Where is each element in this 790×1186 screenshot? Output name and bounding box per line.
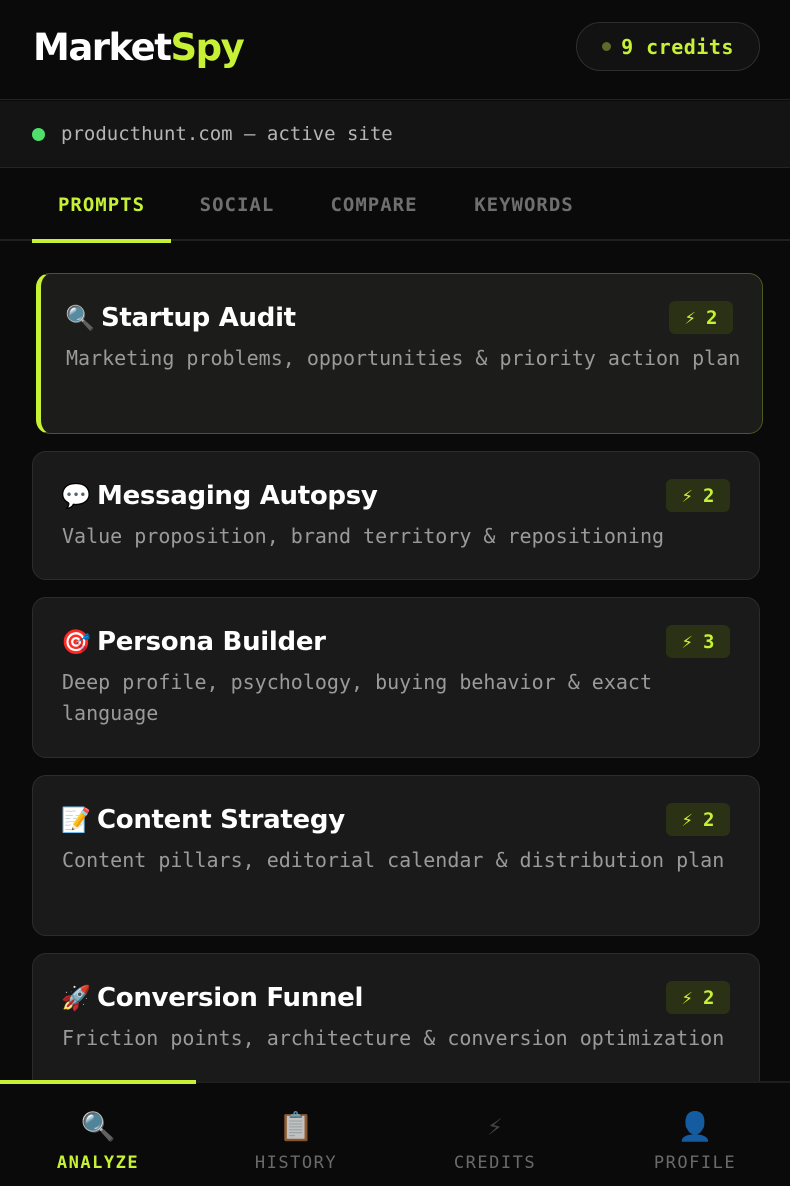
prompt-description: Friction points, architecture & conversi…	[62, 1026, 725, 1050]
active-site-label: producthunt.com — active site	[61, 123, 393, 145]
lightning-icon: ⚡	[681, 986, 693, 1009]
credits-button[interactable]: 9 credits	[576, 22, 760, 71]
prompt-description: Deep profile, psychology, buying behavio…	[62, 670, 653, 725]
magnifier-icon: 🔍	[65, 304, 95, 332]
lightning-icon: ⚡	[487, 1112, 503, 1142]
nav-label: HISTORY	[254, 1153, 338, 1173]
credits-label: 9 credits	[621, 34, 734, 59]
bottom-nav: 🔍 ANALYZE 📋 HISTORY ⚡ CREDITS 👤 PROFILE	[0, 1080, 790, 1186]
cost-value: 3	[703, 630, 715, 653]
cost-badge: ⚡ 2	[669, 301, 733, 334]
cost-badge: ⚡ 2	[666, 479, 730, 512]
lightning-icon: ⚡	[681, 808, 693, 831]
credits-dot-icon	[602, 42, 612, 51]
logo-market: Market	[33, 26, 172, 69]
cost-badge: ⚡ 2	[666, 981, 730, 1014]
active-site-bar: producthunt.com — active site	[0, 101, 790, 168]
nav-analyze[interactable]: 🔍 ANALYZE	[0, 1083, 196, 1186]
prompt-card-persona-builder[interactable]: 🎯 Persona Builder Deep profile, psycholo…	[32, 597, 760, 758]
lightning-icon: ⚡	[681, 630, 693, 653]
prompt-description: Value proposition, brand territory & rep…	[62, 524, 665, 548]
lightning-icon: ⚡	[681, 484, 693, 507]
cost-badge: ⚡ 3	[666, 625, 730, 658]
prompt-title-text: Conversion Funnel	[97, 983, 364, 1013]
nav-credits[interactable]: ⚡ CREDITS	[397, 1083, 593, 1186]
cost-value: 2	[703, 986, 715, 1009]
prompt-card-startup-audit[interactable]: 🔍 Startup Audit Marketing problems, oppo…	[36, 273, 763, 434]
cost-value: 2	[703, 484, 715, 507]
speech-bubble-icon: 💬	[61, 482, 91, 510]
prompt-title: 🔍 Startup Audit	[65, 300, 296, 336]
prompt-title-text: Content Strategy	[97, 805, 345, 835]
prompt-card-messaging-autopsy[interactable]: 💬 Messaging Autopsy Value proposition, b…	[32, 451, 760, 580]
prompt-title: 💬 Messaging Autopsy	[61, 478, 378, 514]
logo-spy: Spy	[170, 26, 244, 69]
prompt-title-text: Persona Builder	[97, 627, 326, 657]
nav-label: CREDITS	[453, 1153, 537, 1173]
prompt-card-content-strategy[interactable]: 📝 Content Strategy Content pillars, edit…	[32, 775, 760, 936]
prompt-title: 📝 Content Strategy	[61, 802, 345, 838]
tab-compare[interactable]: COMPARE	[315, 169, 433, 241]
nav-label: ANALYZE	[56, 1153, 140, 1173]
prompt-description: Marketing problems, opportunities & prio…	[66, 346, 741, 370]
prompt-title: 🎯 Persona Builder	[61, 624, 326, 660]
cost-badge: ⚡ 2	[666, 803, 730, 836]
app-header: MarketSpy 9 credits	[0, 0, 790, 100]
prompt-title-text: Messaging Autopsy	[97, 481, 378, 511]
tab-keywords[interactable]: KEYWORDS	[460, 169, 588, 241]
prompt-title-text: Startup Audit	[101, 303, 296, 333]
nav-history[interactable]: 📋 HISTORY	[198, 1083, 394, 1186]
nav-label: PROFILE	[653, 1153, 737, 1173]
app-logo[interactable]: MarketSpy	[33, 26, 245, 70]
target-icon: 🎯	[61, 628, 91, 656]
site-status-dot-icon	[32, 127, 45, 141]
cost-value: 2	[706, 306, 718, 329]
rocket-icon: 🚀	[61, 984, 91, 1012]
lightning-icon: ⚡	[684, 306, 696, 329]
nav-profile[interactable]: 👤 PROFILE	[597, 1083, 790, 1186]
magnifier-icon: 🔍	[80, 1110, 116, 1143]
user-icon: 👤	[677, 1110, 713, 1143]
memo-icon: 📝	[61, 806, 91, 834]
clipboard-icon: 📋	[278, 1110, 314, 1143]
tab-prompts[interactable]: PROMPTS	[32, 169, 171, 243]
tab-social[interactable]: SOCIAL	[185, 169, 289, 241]
cost-value: 2	[703, 808, 715, 831]
prompt-title: 🚀 Conversion Funnel	[61, 980, 363, 1016]
prompt-description: Content pillars, editorial calendar & di…	[62, 848, 725, 872]
tab-bar: PROMPTS SOCIAL COMPARE KEYWORDS	[0, 169, 790, 243]
